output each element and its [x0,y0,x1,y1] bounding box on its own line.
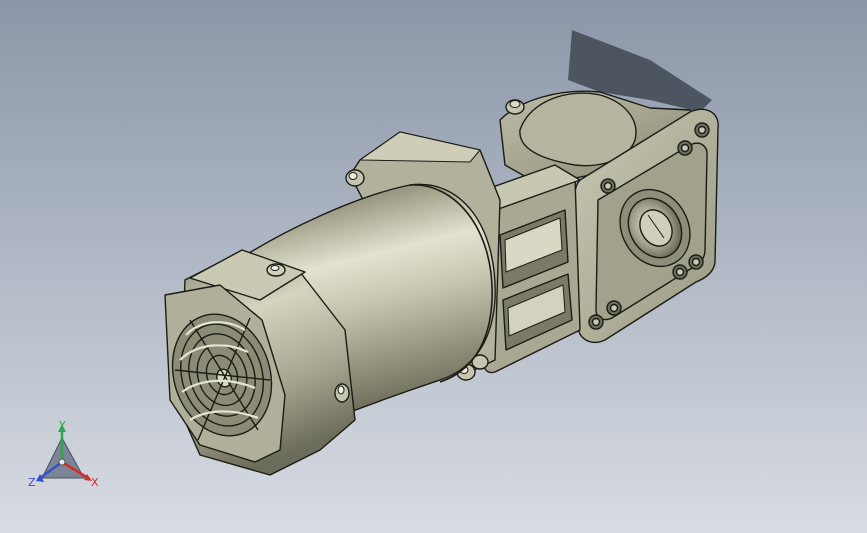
triad-label-x: X [91,476,99,489]
triad-label-z: Z [28,476,36,489]
cad-viewport[interactable]: Y X Z [0,0,867,533]
triad-label-y: Y [58,419,66,432]
model-canvas[interactable]: Y X Z [0,0,867,533]
